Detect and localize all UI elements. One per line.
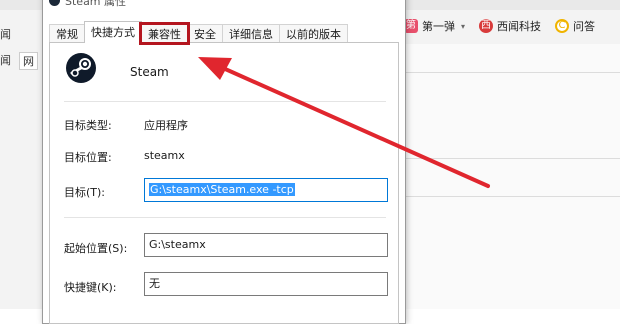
wenda-icon: C — [555, 19, 570, 33]
shortcut-key-label: 快捷键(K): — [64, 281, 117, 294]
tab-compatibility[interactable]: 兼容性 — [139, 22, 190, 45]
divider — [64, 101, 386, 102]
tab-strip: 常规 快捷方式 兼容性 安全 详细信息 以前的版本 — [49, 21, 348, 45]
target-field[interactable]: G:\steamx\Steam.exe -tcp — [144, 178, 388, 202]
bookmark-label: 问答 — [573, 20, 596, 33]
background-text-fragment: 网 — [19, 52, 38, 70]
target-type-value: 应用程序 — [144, 119, 188, 132]
background-text-fragment: 闻 — [0, 28, 11, 41]
bookmark-xiwen[interactable]: 西 西闻科技 — [475, 18, 545, 34]
target-label: 目标(T): — [64, 186, 106, 199]
properties-dialog: Steam 属性 常规 快捷方式 兼容性 安全 详细信息 以前的版本 Steam… — [42, 0, 406, 324]
steam-icon — [49, 0, 60, 6]
background-page-content — [400, 44, 620, 309]
shortcut-tab-panel: Steam 目标类型: 应用程序 目标位置: steamx 目标(T): G:\… — [49, 42, 399, 324]
target-location-value: steamx — [144, 149, 185, 162]
dialog-title: Steam 属性 — [65, 0, 127, 8]
target-type-label: 目标类型: — [64, 119, 112, 132]
tab-details[interactable]: 详细信息 — [222, 24, 280, 43]
bookmark-label: 西闻科技 — [497, 20, 542, 33]
divider — [400, 72, 620, 73]
start-in-label: 起始位置(S): — [64, 242, 128, 255]
bookmark-diyidan[interactable]: 第 第一弹 ▾ — [400, 18, 469, 34]
target-field-value: G:\steamx\Steam.exe -tcp — [149, 183, 295, 196]
shortcut-key-field[interactable]: 无 — [144, 272, 388, 296]
diyidan-icon: 第 — [404, 19, 418, 33]
target-location-label: 目标位置: — [64, 151, 112, 164]
tab-shortcut[interactable]: 快捷方式 — [84, 21, 142, 43]
start-in-field[interactable]: G:\steamx — [144, 233, 388, 257]
bookmark-label: 第一弹 — [422, 20, 455, 33]
xiwen-icon: 西 — [479, 19, 494, 33]
bookmark-wenda[interactable]: C 问答 — [551, 18, 599, 34]
app-name: Steam — [130, 65, 169, 79]
shortcut-key-value: 无 — [149, 277, 160, 290]
caret-down-icon[interactable]: ▾ — [461, 22, 465, 31]
divider — [400, 158, 620, 159]
tab-previous-versions[interactable]: 以前的版本 — [279, 24, 348, 43]
tab-general[interactable]: 常规 — [49, 24, 85, 43]
divider — [400, 196, 620, 197]
bookmarks-bar: 第 第一弹 ▾ 西 西闻科技 C 问答 — [400, 12, 599, 40]
background-nav-fragment: 闻 网 — [0, 52, 38, 70]
dialog-titlebar[interactable]: Steam 属性 — [43, 0, 405, 9]
divider — [64, 217, 386, 218]
background-text-fragment: 闻 — [0, 54, 11, 67]
start-in-value: G:\steamx — [149, 238, 206, 251]
steam-icon — [66, 53, 96, 83]
tab-security[interactable]: 安全 — [187, 24, 223, 43]
